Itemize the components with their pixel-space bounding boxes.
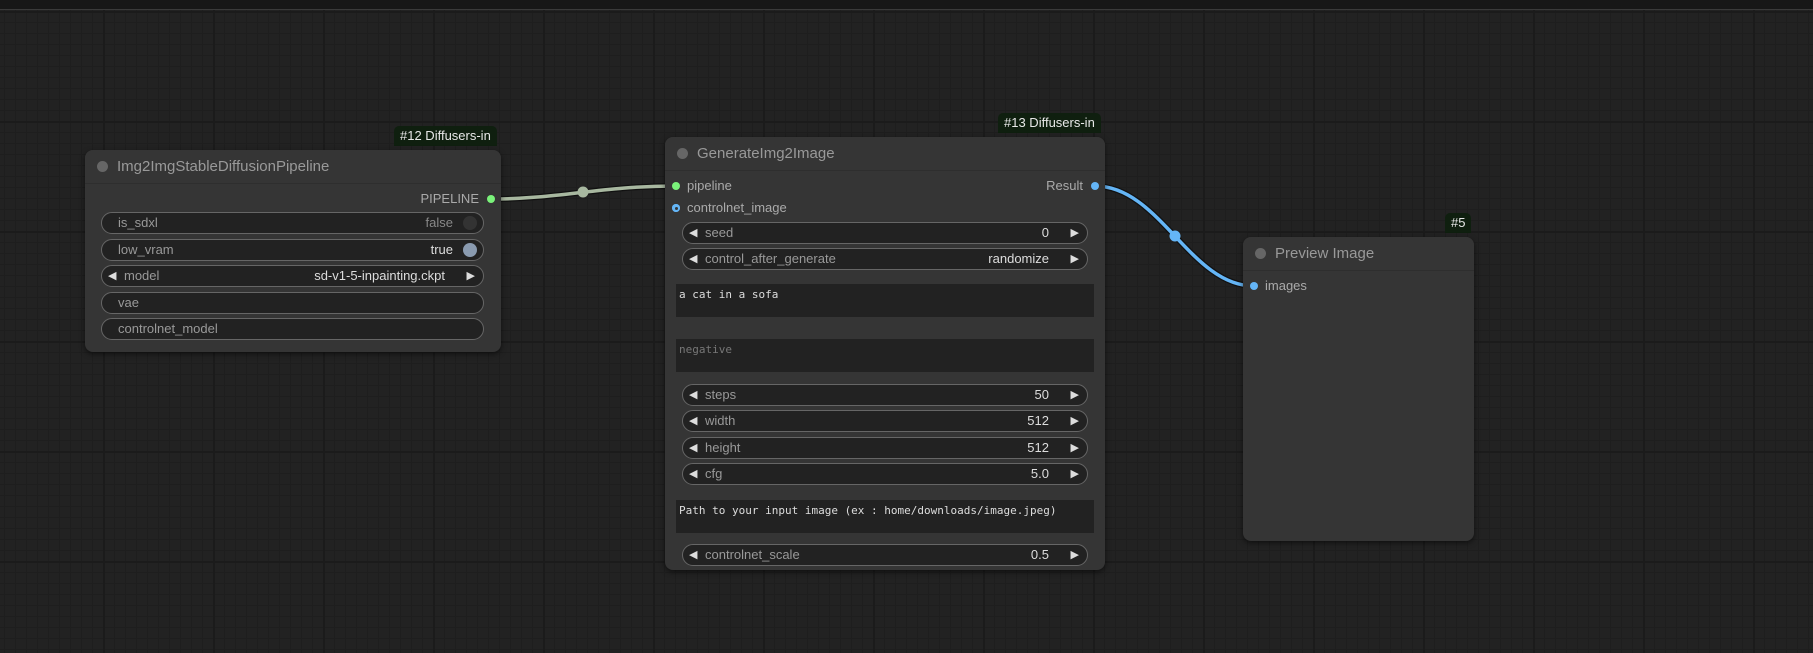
controlnet-model-input[interactable]: controlnet_model (101, 318, 484, 340)
arrow-right-icon[interactable]: ▶ (467, 266, 475, 286)
widget-value: 512 (1027, 413, 1049, 428)
input-slot-images[interactable]: images (1250, 276, 1307, 296)
widget-value: randomize (988, 251, 1049, 266)
widget-label: width (705, 413, 736, 428)
widget-label: is_sdxl (118, 215, 158, 230)
widget-label: low_vram (118, 242, 174, 257)
input-dot-icon[interactable] (1250, 282, 1258, 290)
steps-stepper[interactable]: ◀ steps 50 ▶ (682, 384, 1088, 406)
output-dot-icon[interactable] (487, 195, 495, 203)
widget-value: 5.0 (1030, 466, 1049, 481)
arrow-right-icon[interactable]: ▶ (1071, 249, 1079, 269)
input-dot-icon[interactable] (672, 182, 680, 190)
seed-stepper[interactable]: ◀ seed 0 ▶ (682, 222, 1088, 244)
arrow-left-icon[interactable]: ◀ (689, 223, 697, 243)
widget-label: cfg (705, 466, 723, 481)
node-title-bar[interactable]: Preview Image (1243, 237, 1474, 271)
collapse-dot-icon[interactable] (97, 161, 108, 172)
control-after-generate-combo[interactable]: ◀ control_after_generate randomize ▶ (682, 248, 1088, 270)
arrow-left-icon[interactable]: ◀ (689, 438, 697, 458)
cfg-stepper[interactable]: ◀ cfg 5.0 ▶ (682, 463, 1088, 485)
arrow-right-icon[interactable]: ▶ (1071, 464, 1079, 484)
arrow-right-icon[interactable]: ▶ (1071, 411, 1079, 431)
top-menu-bar (0, 0, 1813, 10)
widget-value: sd-v1-5-inpainting.ckpt (314, 268, 445, 283)
widget-label: model (124, 268, 160, 283)
image-path-textarea[interactable]: Path to your input image (ex : home/down… (676, 500, 1094, 533)
widget-value: 0 (1041, 225, 1049, 240)
widget-label: vae (118, 295, 139, 310)
collapse-dot-icon[interactable] (1255, 248, 1266, 259)
node-title-bar[interactable]: Img2ImgStableDiffusionPipeline (85, 150, 501, 184)
node-badge-12: #12 Diffusers-in (394, 126, 497, 146)
preview-image-node[interactable]: Preview Image images (1243, 237, 1474, 541)
vae-input[interactable]: vae (101, 292, 484, 314)
output-label-pipeline: PIPELINE (420, 191, 479, 206)
input-label-images: images (1265, 278, 1307, 293)
widget-value: 512 (1027, 440, 1049, 455)
widget-label: height (705, 440, 741, 455)
image-link-shadow (1094, 183, 1255, 289)
input-slot-controlnet-image[interactable]: controlnet_image (672, 198, 787, 218)
pipeline-link-midpoint[interactable] (577, 186, 589, 198)
model-combo[interactable]: ◀ model sd-v1-5-inpainting.ckpt ▶ (101, 265, 484, 287)
low-vram-toggle[interactable]: low_vram true (101, 239, 484, 261)
negative-prompt-textarea[interactable]: negative (676, 339, 1094, 372)
image-link-midpoint[interactable] (1169, 230, 1181, 242)
toggle-off-icon[interactable] (463, 216, 477, 230)
toggle-on-icon[interactable] (463, 243, 477, 257)
input-label-controlnet-image: controlnet_image (687, 200, 787, 215)
arrow-right-icon[interactable]: ▶ (1071, 223, 1079, 243)
input-label-pipeline: pipeline (687, 178, 732, 193)
widget-value: true (430, 242, 453, 257)
arrow-left-icon[interactable]: ◀ (689, 385, 697, 405)
node-badge-13: #13 Diffusers-in (998, 113, 1101, 133)
arrow-left-icon[interactable]: ◀ (689, 464, 697, 484)
widget-value: 0.5 (1030, 547, 1049, 562)
img2img-pipeline-node[interactable]: Img2ImgStableDiffusionPipeline PIPELINE … (85, 150, 501, 352)
node-title: Img2ImgStableDiffusionPipeline (117, 158, 330, 175)
generate-img2image-node[interactable]: GenerateImg2Image pipeline controlnet_im… (665, 137, 1105, 570)
widget-value: 50 (1034, 387, 1049, 402)
output-label-result: Result (1046, 178, 1083, 193)
widget-label: seed (705, 225, 734, 240)
node-badge-5: #5 (1445, 213, 1472, 233)
widget-label: controlnet_scale (705, 547, 800, 562)
node-title: Preview Image (1275, 245, 1375, 262)
pipeline-link-shadow (490, 183, 677, 202)
node-title-bar[interactable]: GenerateImg2Image (665, 137, 1105, 171)
arrow-left-icon[interactable]: ◀ (689, 411, 697, 431)
output-dot-icon[interactable] (1091, 182, 1099, 190)
arrow-right-icon[interactable]: ▶ (1071, 438, 1079, 458)
node-title: GenerateImg2Image (697, 145, 835, 162)
widget-value: false (425, 215, 453, 230)
widget-label: steps (705, 387, 737, 402)
arrow-left-icon[interactable]: ◀ (689, 249, 697, 269)
arrow-left-icon[interactable]: ◀ (689, 545, 697, 565)
input-dot-icon[interactable] (672, 204, 680, 212)
output-slot-pipeline[interactable]: PIPELINE (420, 189, 495, 209)
arrow-right-icon[interactable]: ▶ (1071, 385, 1079, 405)
height-stepper[interactable]: ◀ height 512 ▶ (682, 437, 1088, 459)
widget-label: control_after_generate (705, 251, 836, 266)
arrow-left-icon[interactable]: ◀ (108, 266, 116, 286)
image-link[interactable] (1094, 184, 1255, 288)
controlnet-scale-stepper[interactable]: ◀ controlnet_scale 0.5 ▶ (682, 544, 1088, 566)
prompt-textarea[interactable]: a cat in a sofa (676, 284, 1094, 317)
collapse-dot-icon[interactable] (677, 148, 688, 159)
is-sdxl-toggle[interactable]: is_sdxl false (101, 212, 484, 234)
output-slot-result[interactable]: Result (1046, 176, 1099, 196)
pipeline-link[interactable] (490, 184, 677, 201)
width-stepper[interactable]: ◀ width 512 ▶ (682, 410, 1088, 432)
widget-label: controlnet_model (118, 321, 218, 336)
arrow-right-icon[interactable]: ▶ (1071, 545, 1079, 565)
input-slot-pipeline[interactable]: pipeline (672, 176, 732, 196)
